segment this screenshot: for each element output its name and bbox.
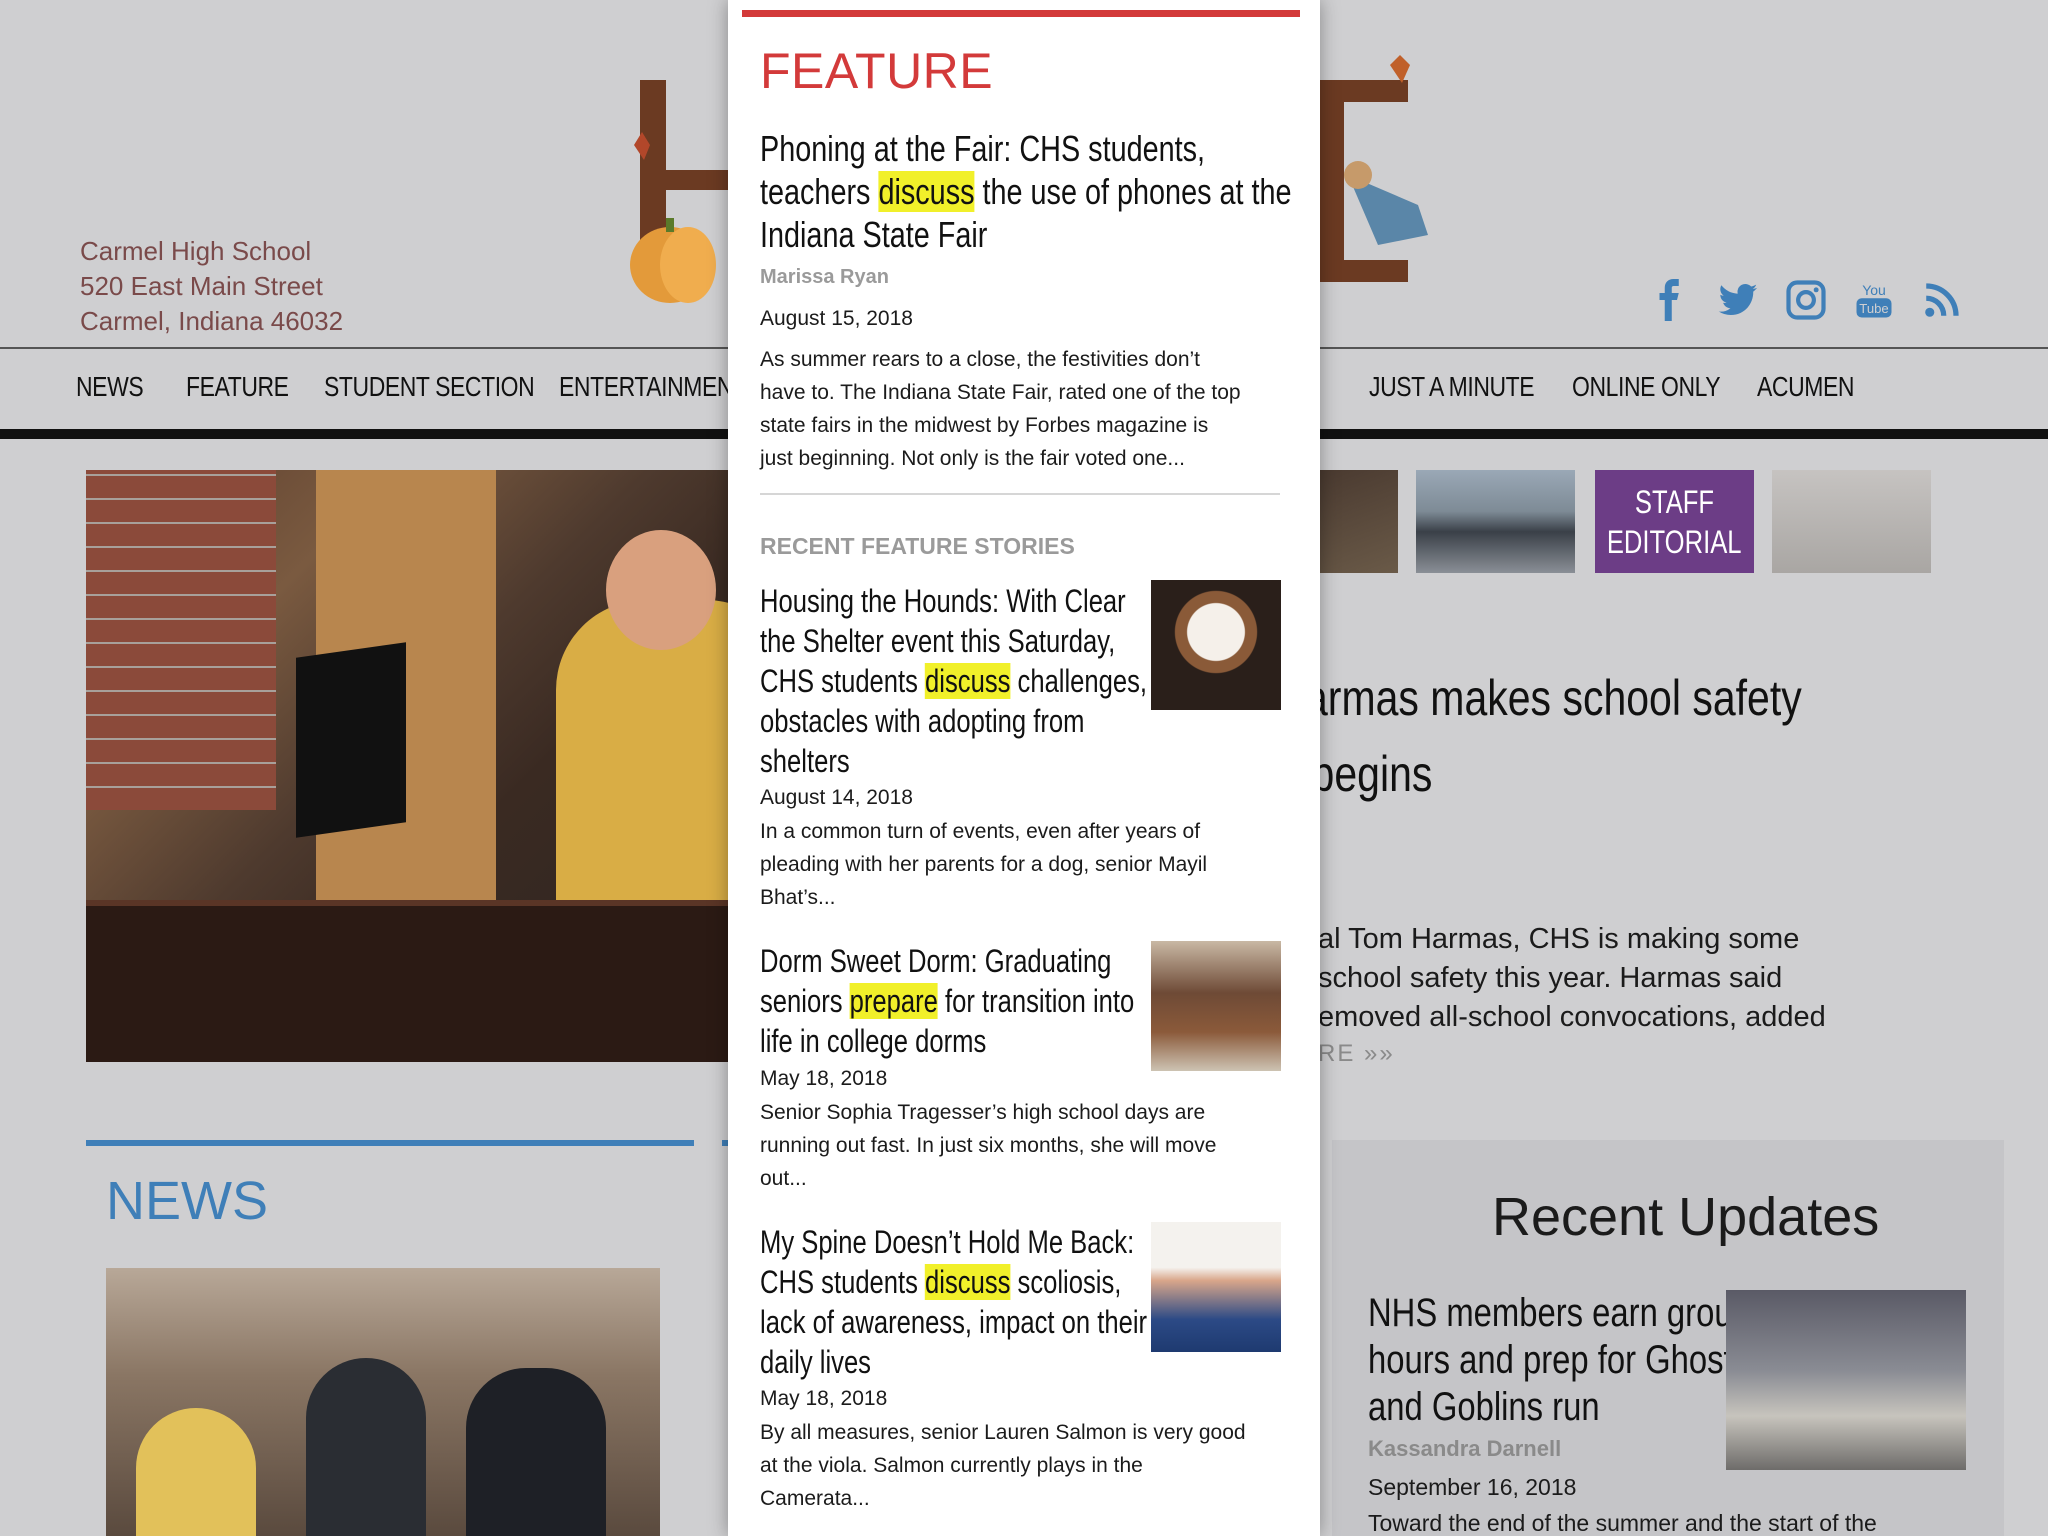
main-story-headline[interactable]: armas makes school safety begins (1305, 660, 1802, 812)
staff-editorial-label: STAFF (1634, 483, 1715, 520)
feature-panel-accent-bar (742, 10, 1300, 17)
recent-story-date: May 18, 2018 (760, 1387, 888, 1410)
rss-icon[interactable] (1920, 278, 1964, 322)
staff-editorial-label: EDITORIAL (1607, 523, 1742, 560)
recent-story-date: August 14, 2018 (760, 786, 913, 809)
news-photo[interactable] (106, 1268, 660, 1536)
nav-item-acumen[interactable]: ACUMEN (1757, 371, 1854, 403)
social-links: You Tube (1648, 278, 1964, 322)
feature-panel-title[interactable]: FEATURE (760, 42, 993, 100)
featured-story-date: August 15, 2018 (760, 307, 913, 330)
featured-story-excerpt: As summer rears to a close, the festivit… (760, 348, 1241, 470)
recent-feature-stories-label: RECENT FEATURE STORIES (760, 533, 1075, 559)
nav-item-just-a-minute[interactable]: JUST A MINUTE (1369, 371, 1535, 403)
recent-story-excerpt: Senior Sophia Tragesser’s high school da… (760, 1101, 1217, 1190)
instagram-icon[interactable] (1784, 278, 1828, 322)
recent-story-thumbnail[interactable] (1151, 941, 1281, 1071)
recent-update-date: September 16, 2018 (1368, 1474, 1577, 1500)
search-highlight: discuss (878, 171, 975, 212)
recent-update-excerpt: Toward the end of the summer and the sta… (1368, 1510, 1877, 1536)
story-thumbnail[interactable] (1320, 470, 1398, 573)
nav-item-online-only[interactable]: ONLINE ONLY (1572, 371, 1721, 403)
hero-photo[interactable] (86, 470, 746, 1062)
staff-editorial-thumbnail[interactable]: STAFF EDITORIAL (1595, 470, 1754, 573)
search-highlight: discuss (925, 1264, 1011, 1300)
facebook-icon[interactable] (1648, 278, 1692, 322)
featured-story-headline[interactable]: Phoning at the Fair: CHS students, teach… (760, 127, 1424, 256)
feature-panel-divider (760, 493, 1280, 495)
recent-story-excerpt: In a common turn of events, even after y… (760, 820, 1208, 909)
recent-story-thumbnail[interactable] (1151, 580, 1281, 710)
featured-story-author[interactable]: Marissa Ryan (760, 266, 889, 289)
address-line: Carmel High School (80, 236, 312, 266)
news-section-title[interactable]: NEWS (106, 1170, 268, 1232)
story-thumbnail[interactable] (1416, 470, 1575, 573)
nav-item-entertainment[interactable]: ENTERTAINMENT (559, 371, 747, 403)
search-highlight: prepare (849, 983, 938, 1019)
recent-story-date: May 18, 2018 (760, 1067, 888, 1090)
nav-item-news[interactable]: NEWS (76, 371, 144, 403)
recent-story-thumbnail[interactable] (1151, 1222, 1281, 1352)
address-line: Carmel, Indiana 46032 (80, 306, 344, 336)
main-story-excerpt: al Tom Harmas, CHS is making some school… (1318, 923, 1826, 1033)
school-address: Carmel High School 520 East Main Street … (80, 234, 343, 339)
recent-update-headline[interactable]: NHS members earn group hours and prep fo… (1368, 1290, 1751, 1431)
twitter-icon[interactable] (1716, 278, 1760, 322)
recent-update-author[interactable]: Kassandra Darnell (1368, 1436, 1561, 1462)
read-more-link[interactable]: RE »» (1318, 1040, 1395, 1068)
nav-item-student-section[interactable]: STUDENT SECTION (324, 371, 535, 403)
search-highlight: discuss (925, 663, 1011, 699)
recent-updates-title: Recent Updates (1492, 1187, 1880, 1247)
address-line: 520 East Main Street (80, 271, 323, 301)
youtube-icon[interactable]: You Tube (1852, 278, 1896, 322)
recent-story-excerpt: By all measures, senior Lauren Salmon is… (760, 1421, 1246, 1510)
story-thumbnail[interactable] (1772, 470, 1931, 573)
youtube-text-bottom: Tube (1859, 301, 1888, 316)
nav-item-feature[interactable]: FEATURE (186, 371, 289, 403)
news-section-rule (86, 1140, 694, 1146)
youtube-text-top: You (1862, 282, 1886, 298)
recent-update-photo[interactable] (1726, 1290, 1966, 1470)
